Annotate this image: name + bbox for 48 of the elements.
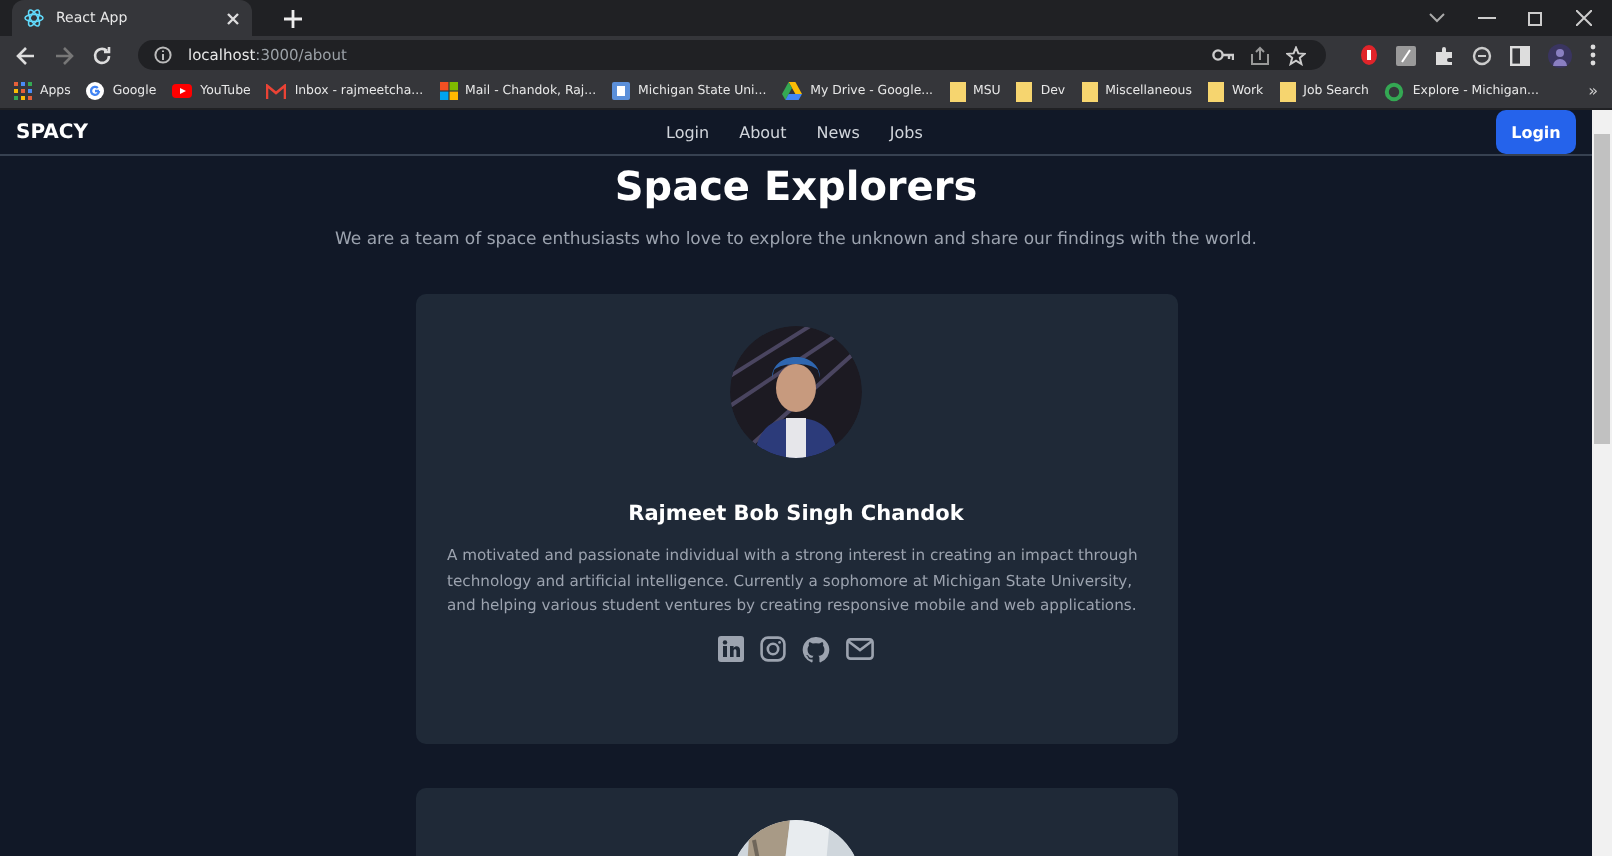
nav-link[interactable]: Jobs [889,123,923,141]
back-icon[interactable] [16,45,36,65]
minimize-icon[interactable] [1478,16,1496,20]
instagram-icon[interactable] [760,636,786,662]
page-subtitle: We are a team of space enthusiasts who love to explore the unknown and share our findings with the world. [334,230,1258,250]
apps-grid-icon [14,82,32,100]
menu-icon[interactable] [1590,44,1596,66]
mail-icon [266,83,287,99]
side-panel-icon[interactable] [1510,45,1530,65]
atom-icon [24,8,44,28]
mail-icon[interactable] [846,638,874,660]
new-tab-icon[interactable] [284,9,302,27]
page-title: Space Explorers [614,162,978,210]
puzzle-icon[interactable] [1434,45,1454,65]
folder-icon [949,81,966,101]
star-icon[interactable] [1286,45,1306,65]
linkedin-icon[interactable] [718,636,744,662]
page-icon [612,82,631,100]
google-icon [86,82,105,100]
info-icon [154,46,172,64]
close-icon[interactable] [226,11,240,25]
extension-icon[interactable] [1360,44,1378,66]
member-name: Rajmeet Bob Singh Chandok [628,502,964,526]
extension-icon[interactable] [1472,45,1492,65]
more-bookmarks[interactable]: » [1588,82,1598,100]
folder-icon [1207,81,1224,101]
share-icon[interactable] [1250,45,1270,65]
chevron-down-icon[interactable] [1428,12,1446,24]
close-icon[interactable] [1576,10,1592,26]
windows-logo-icon [439,82,458,100]
folder-icon [1081,81,1098,101]
folder-icon [1279,81,1296,101]
triangle-icon [782,82,803,100]
restore-icon[interactable] [1528,10,1544,26]
extension-icon[interactable] [1396,45,1416,65]
brand-logo[interactable]: SPACY [16,121,88,143]
github-icon[interactable] [802,635,830,663]
folder-icon [1016,81,1033,101]
nav-link[interactable]: News [816,123,860,141]
reload-icon[interactable] [92,45,112,65]
profile-avatar-icon[interactable] [1548,43,1572,67]
key-icon[interactable] [1212,48,1234,62]
nav-link[interactable]: About [739,123,787,141]
login-button[interactable]: Login [1496,110,1576,154]
forward-icon[interactable] [54,45,74,65]
play-icon [172,84,193,98]
scrollbar[interactable] [1592,110,1612,856]
nav-link[interactable]: Login [666,123,710,141]
